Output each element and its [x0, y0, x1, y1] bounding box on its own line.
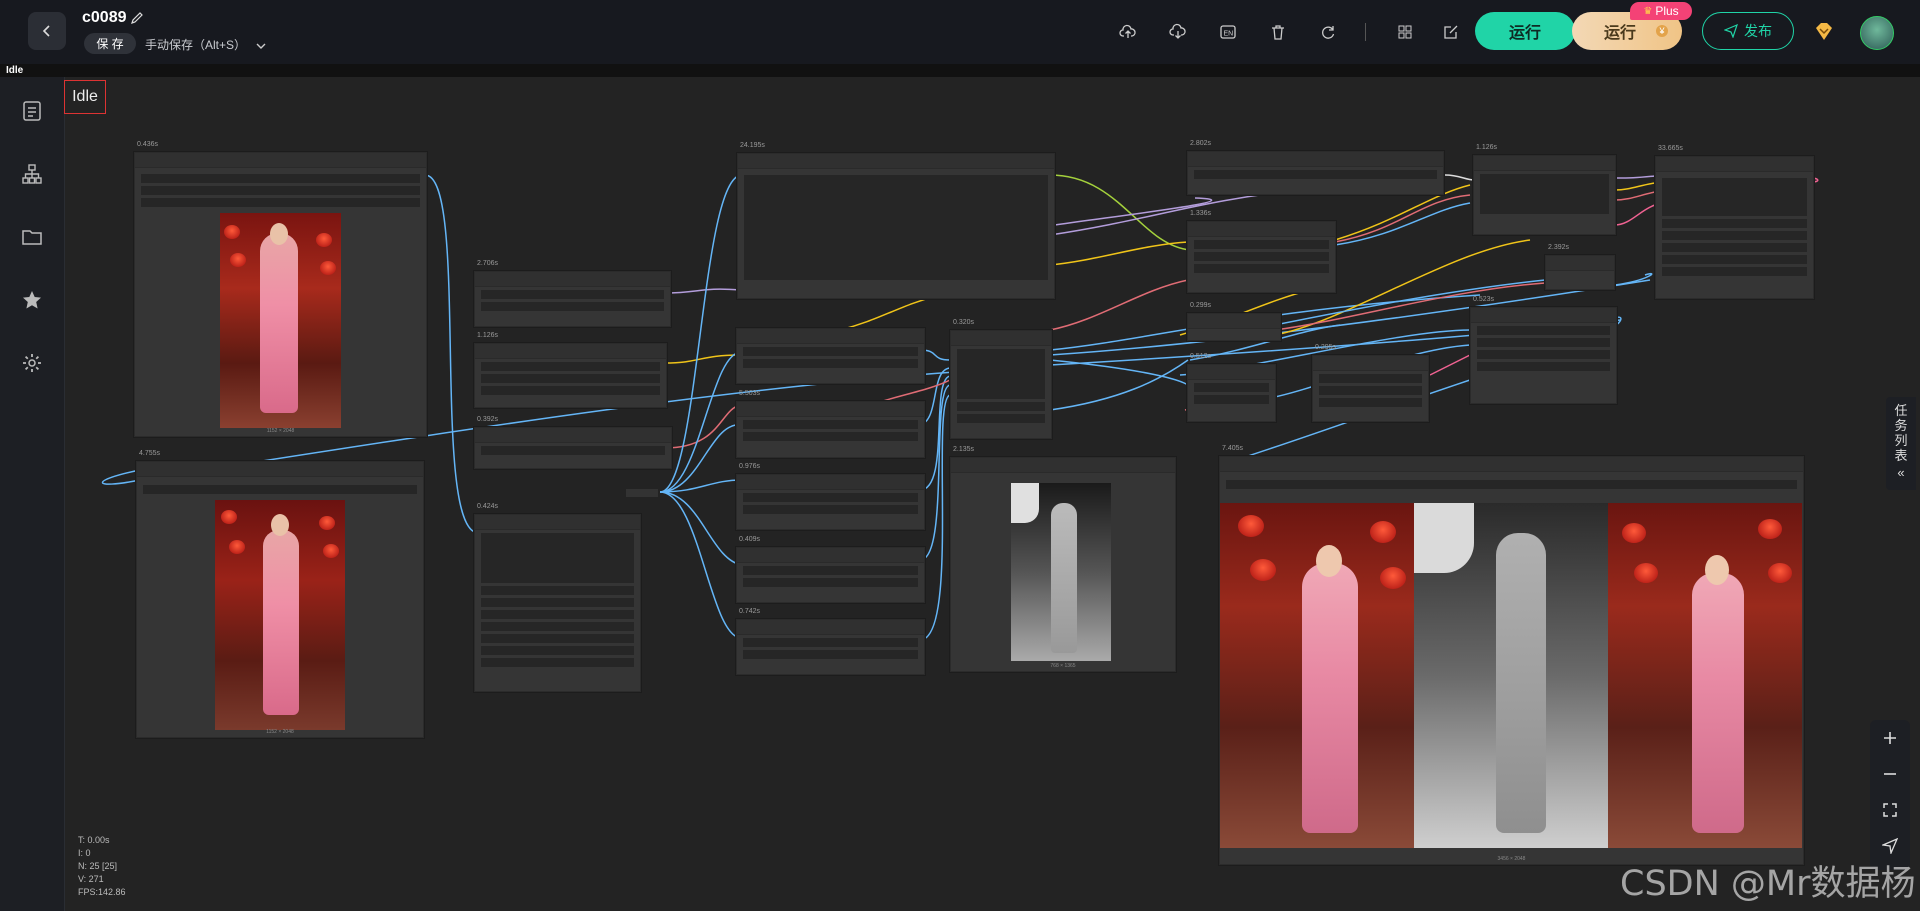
render-stats: T: 0.00s I: 0 N: 25 [25] V: 271 FPS:142.…	[78, 834, 126, 899]
node-time: 4.755s	[139, 450, 161, 457]
node-time: 0.409s	[739, 536, 761, 543]
workflow-node[interactable]: 2.392s	[1545, 244, 1615, 290]
workflow-node[interactable]: 0.299s	[1187, 302, 1281, 341]
task-list-label: 任务列表	[1894, 403, 1908, 463]
node-time: 2.706s	[477, 260, 499, 267]
workflow-node[interactable]: 24.195s	[737, 142, 1055, 299]
workflow-node[interactable]: 33.665s	[1655, 145, 1814, 299]
node-time: 2.392s	[1548, 244, 1570, 251]
workflow-node[interactable]: 5.503s	[736, 390, 925, 458]
workflow-node[interactable]: 1.126s	[1473, 144, 1616, 235]
node-time: 0.424s	[477, 503, 499, 510]
workflow-node[interactable]: 0.742s	[736, 608, 925, 675]
workflow-node[interactable]: 0.523s	[1470, 296, 1617, 404]
stat-time: T: 0.00s	[78, 835, 110, 845]
stat-fps: FPS:142.86	[78, 887, 126, 897]
watermark: CSDN @Mr数据杨	[1620, 864, 1916, 904]
node-time: 0.299s	[1190, 302, 1212, 309]
minus-icon	[1884, 773, 1896, 775]
task-list-tab[interactable]: 任务列表 «	[1886, 397, 1916, 490]
load-image-node[interactable]: 4.755s 1152 × 2048	[136, 450, 424, 738]
node-time: 24.195s	[740, 142, 765, 149]
depth-result-image	[1414, 503, 1608, 848]
image-size: 1152 × 2048	[266, 428, 295, 434]
double-chevron-left-icon: «	[1897, 465, 1905, 480]
node-time: 2.802s	[1190, 140, 1212, 147]
node-time: 2.135s	[953, 446, 975, 453]
stat-vertices: V: 271	[78, 874, 104, 884]
workflow-node[interactable]: 0.424s	[474, 503, 641, 692]
result-image	[1608, 503, 1802, 848]
node-time: 0.295s	[1315, 344, 1337, 351]
image-size: 768 × 1365	[1050, 663, 1076, 669]
workflow-node[interactable]: 1.336s	[1187, 210, 1336, 293]
fit-view-button[interactable]	[1880, 800, 1900, 820]
node-time: 5.503s	[739, 390, 761, 397]
workflow-node[interactable]: 0.512s	[1187, 353, 1276, 422]
node-time: 1.126s	[1476, 144, 1498, 151]
node-time: 0.436s	[137, 141, 159, 148]
zoom-out-button[interactable]	[1880, 764, 1900, 784]
workflow-node[interactable]: 0.409s	[736, 536, 925, 603]
reroute-node[interactable]	[626, 489, 658, 497]
navigate-button[interactable]	[1880, 836, 1900, 856]
workflow-node[interactable]: 0.976s	[736, 463, 925, 530]
workflow-node[interactable]: 2.802s	[1187, 140, 1444, 195]
image-size: 1152 × 2048	[266, 729, 294, 735]
image-compare-node[interactable]: 7.405s 3456 × 2048	[1219, 445, 1804, 865]
node-time: 1.126s	[477, 332, 499, 339]
node-time: 1.336s	[1190, 210, 1212, 217]
plus-icon	[1884, 732, 1896, 744]
zoom-controls	[1870, 720, 1910, 870]
result-image	[1220, 503, 1414, 848]
workflow-node[interactable]: 0.392s	[474, 416, 672, 469]
workflow-node[interactable]: 0.320s	[950, 319, 1052, 439]
workflow-node[interactable]	[736, 328, 925, 384]
load-image-node[interactable]: 0.436s 1152 × 2048	[134, 141, 427, 437]
stat-nodes: N: 25 [25]	[78, 861, 118, 871]
node-time: 0.742s	[739, 608, 761, 615]
workflow-node[interactable]: 1.126s	[474, 332, 667, 408]
zoom-in-button[interactable]	[1880, 728, 1900, 748]
node-time: 0.320s	[953, 319, 975, 326]
fit-icon	[1883, 803, 1897, 817]
navigate-icon	[1882, 838, 1898, 854]
image-preview	[220, 213, 341, 428]
depth-map-preview	[1011, 483, 1111, 661]
workflow-node[interactable]: 0.295s	[1312, 344, 1429, 422]
node-time: 0.512s	[1190, 353, 1212, 360]
node-time: 33.665s	[1658, 145, 1683, 152]
node-time: 0.392s	[477, 416, 499, 423]
workflow-node[interactable]: 2.706s	[474, 260, 671, 327]
node-time: 0.523s	[1473, 296, 1495, 303]
node-time: 0.976s	[739, 463, 761, 470]
image-preview	[215, 500, 345, 730]
depth-preview-node[interactable]: 2.135s 768 × 1365	[950, 446, 1176, 672]
stat-iterations: I: 0	[78, 848, 91, 858]
node-time: 7.405s	[1222, 445, 1244, 452]
